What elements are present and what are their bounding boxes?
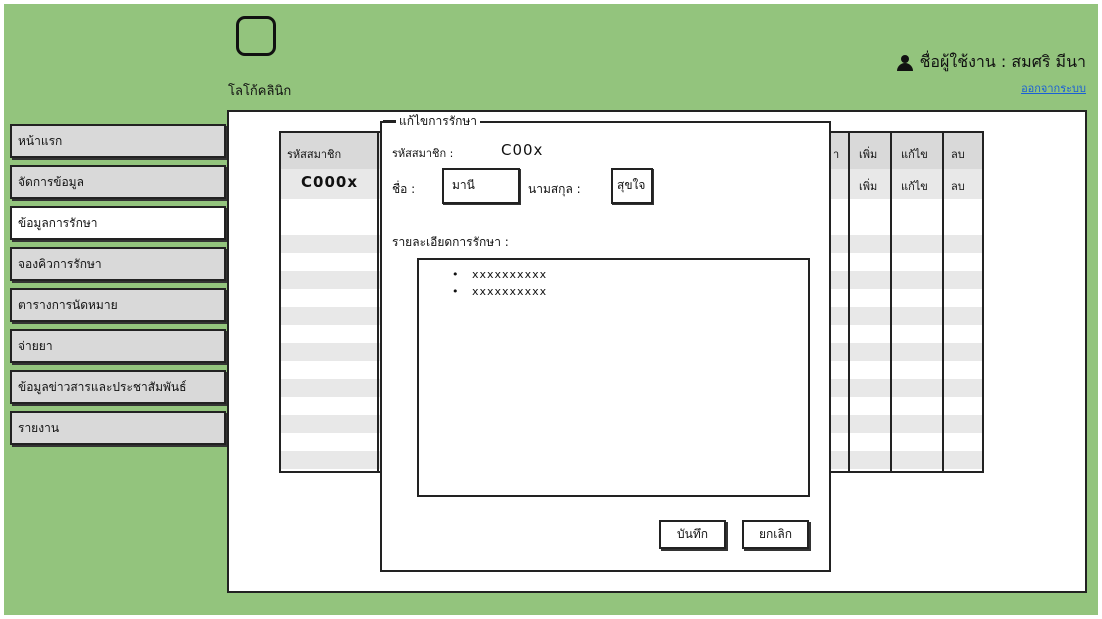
details-bullet-icon: • <box>452 268 460 281</box>
first-name-label: ชื่อ : <box>392 182 416 196</box>
user-area: ชื่อผู้ใช้งาน : สมศริ มีนา ออกจากระบบ <box>896 50 1086 97</box>
delete-link[interactable]: ลบ <box>951 177 965 195</box>
last-name-label: นามสกุล : <box>528 182 581 196</box>
logout-link[interactable]: ออกจากระบบ <box>896 79 1086 97</box>
edit-link[interactable]: แก้ไข <box>901 177 928 195</box>
column-divider <box>942 133 944 471</box>
cancel-button[interactable]: ยกเลิก <box>742 520 809 549</box>
last-name-field[interactable]: สุขใจ <box>611 168 653 204</box>
member-id-value: C00x <box>501 141 544 159</box>
details-bullet-icon: • <box>452 285 460 298</box>
sidebar-item-news[interactable]: ข้อมูลข่าวสารและประชาสัมพันธ์ <box>10 370 226 404</box>
header-add: เพิ่ม <box>859 148 878 161</box>
user-name: ชื่อผู้ใช้งาน : สมศริ มีนา <box>919 52 1086 71</box>
cell-member-id: C000x <box>301 173 358 191</box>
dialog-title-bar <box>383 120 397 123</box>
member-id-label: รหัสสมาชิก : <box>392 147 454 160</box>
user-info: ชื่อผู้ใช้งาน : สมศริ มีนา <box>896 50 1086 75</box>
user-icon <box>896 54 914 71</box>
sidebar-item-reports[interactable]: รายงาน <box>10 411 226 445</box>
sidebar-item-appointments[interactable]: ตารางการนัดหมาย <box>10 288 226 322</box>
sidebar-item-treatment-info[interactable]: ข้อมูลการรักษา <box>10 206 226 240</box>
logo-label: โลโก้คลินิก <box>228 84 292 99</box>
details-item: xxxxxxxxxx <box>472 268 548 281</box>
add-link[interactable]: เพิ่ม <box>859 177 877 195</box>
sidebar-item-book-queue[interactable]: จองคิวการรักษา <box>10 247 226 281</box>
sidebar-item-home[interactable]: หน้าแรก <box>10 124 226 158</box>
save-button[interactable]: บันทึก <box>659 520 726 549</box>
details-item: xxxxxxxxxx <box>472 285 548 298</box>
header-partial: า <box>833 148 840 161</box>
header-member-id: รหัสสมาชิก <box>287 148 342 161</box>
column-divider <box>848 133 850 471</box>
sidebar-item-dispense[interactable]: จ่ายยา <box>10 329 226 363</box>
sidebar: หน้าแรก จัดการข้อมูล ข้อมูลการรักษา จองค… <box>10 124 226 452</box>
column-divider <box>377 133 379 471</box>
dialog-title: แก้ไขการรักษา <box>396 112 481 131</box>
clinic-logo <box>236 16 276 56</box>
sidebar-item-manage-data[interactable]: จัดการข้อมูล <box>10 165 226 199</box>
column-divider <box>890 133 892 471</box>
header-delete: ลบ <box>951 148 965 161</box>
header-edit: แก้ไข <box>901 148 928 161</box>
first-name-field[interactable]: มานี <box>442 168 520 204</box>
treatment-details-label: รายละเอียดการรักษา : <box>392 235 509 249</box>
